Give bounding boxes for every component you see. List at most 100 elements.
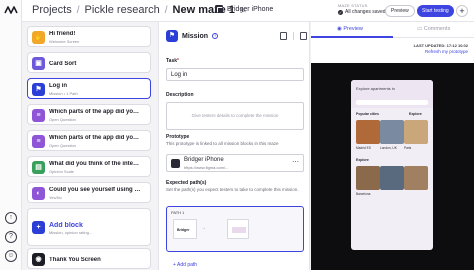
figma-icon	[215, 5, 223, 13]
block-subtitle: Mission, opinion rating...	[49, 230, 93, 235]
maze-status-label: MAZE STATUS	[338, 3, 368, 8]
prototype-help: This prototype is linked to all mission …	[166, 141, 279, 146]
city-label: Barcelona	[356, 192, 371, 196]
prototype-row[interactable]: Bridger iPhone https://www.figma.com/...…	[166, 154, 304, 172]
figma-icon	[171, 159, 180, 168]
expected-paths-label: Expected path(s)	[166, 180, 207, 186]
block-open-question[interactable]: ≡ Which parts of the app did you like? O…	[27, 104, 169, 125]
trash-icon[interactable]	[300, 32, 307, 40]
block-subtitle: Opinion Scale	[49, 169, 74, 174]
block-subtitle: Open Question	[49, 117, 76, 122]
block-subtitle: Open Question	[49, 143, 76, 148]
start-testing-button[interactable]: Start testing	[417, 5, 454, 17]
city-card-image[interactable]	[380, 166, 404, 190]
block-subtitle: Welcome Screen	[49, 39, 80, 44]
refresh-prototype-link[interactable]: Refresh my prototype	[414, 49, 468, 54]
prototype-chip[interactable]: Bridger iPhone	[215, 5, 273, 13]
city-card-image[interactable]	[380, 120, 404, 144]
tab-comments[interactable]: ▭ Comments	[417, 26, 450, 32]
comment-icon: ▭	[417, 26, 424, 32]
city-card-image[interactable]	[404, 166, 428, 190]
thank-you-icon: ◉	[32, 253, 45, 266]
path-card[interactable]: PATH 1 Bridger →	[166, 206, 304, 252]
block-title: What did you think of the interface?	[49, 161, 141, 167]
preview-panel: ◉ Preview ▭ Comments LAST UPDATED: 17:12…	[311, 22, 474, 270]
mission-editor: ⚑ Mission ? Task* Log in Description Giv…	[158, 22, 310, 270]
block-title: Which parts of the app did you like?	[49, 135, 141, 141]
prototype-screen[interactable]: Explore apartments in Popular cities Exp…	[351, 80, 433, 250]
task-label: Task*	[166, 58, 179, 64]
open-question-icon: ≡	[32, 109, 45, 122]
breadcrumb-projects[interactable]: Projects	[32, 4, 72, 16]
block-mission[interactable]: ⚑ Log in Mission • 1 Path	[27, 78, 151, 99]
city-card-image[interactable]	[404, 120, 428, 144]
block-title: Card Sort	[49, 61, 77, 67]
block-title: Could you see yourself using this app?	[49, 187, 141, 193]
last-updated: LAST UPDATED: 17:12 10.02 Refresh my pro…	[414, 43, 468, 54]
block-subtitle: Mission • 1 Path	[49, 91, 78, 96]
prototype-url[interactable]: https://www.figma.com/...	[184, 165, 228, 170]
editor-header: ⚑ Mission ?	[166, 30, 219, 42]
prototype-stage: ➤ Explore apartments in Popular cities E…	[311, 58, 474, 270]
phone-section-link[interactable]: Explore	[409, 112, 422, 116]
city-label: Paris	[404, 146, 412, 150]
flag-icon: ⚑	[166, 30, 178, 42]
block-type: Mission	[182, 32, 209, 40]
more-icon[interactable]: ⋯	[292, 158, 299, 166]
add-icon[interactable]: +	[456, 5, 468, 17]
left-rail: ↑ ? ☺	[0, 0, 22, 270]
block-title: Thank You Screen	[49, 257, 101, 263]
breadcrumb-project[interactable]: Pickle research	[85, 4, 160, 16]
check-icon: ✓	[338, 9, 343, 15]
description-input[interactable]: Give testers details to complete the mis…	[166, 102, 304, 130]
top-bar: Projects / Pickle research / New maze 1 …	[22, 0, 474, 22]
maze-logo-icon[interactable]	[4, 6, 18, 14]
block-title: Add block	[49, 222, 83, 229]
help-icon[interactable]: ?	[5, 231, 17, 243]
block-open-question[interactable]: ≡ Which parts of the app did you like? O…	[27, 130, 151, 151]
task-input[interactable]: Log in	[166, 68, 304, 81]
maze-status: MAZE STATUS ✓ All changes saved	[338, 3, 386, 15]
add-path-button[interactable]: + Add path	[173, 262, 197, 268]
block-title: Which parts of the app did you like?	[49, 109, 141, 115]
duplicate-icon[interactable]	[280, 32, 287, 40]
flag-icon: ⚑	[32, 83, 45, 96]
cursor-icon: ➤	[404, 58, 410, 65]
maze-status-text: All changes saved	[345, 9, 386, 15]
city-card-image[interactable]	[356, 120, 380, 144]
path-label: PATH 1	[171, 210, 185, 215]
city-label: London, UK	[380, 146, 397, 150]
prototype-chip-label: Bridger iPhone	[227, 5, 274, 13]
tab-preview[interactable]: ◉ Preview	[337, 26, 363, 32]
prototype-label: Prototype	[166, 134, 190, 140]
phone-header-text: Explore apartments in	[356, 86, 395, 91]
phone-search-bar[interactable]	[356, 100, 428, 105]
add-block-button[interactable]: + Add block Mission, opinion rating...	[27, 208, 151, 246]
avatar[interactable]: ☺	[5, 250, 17, 262]
breadcrumb-separator: /	[164, 4, 168, 16]
block-welcome[interactable]: ✋ Hi friend! Welcome Screen	[27, 26, 151, 47]
city-card-image[interactable]	[356, 166, 380, 190]
upload-icon[interactable]: ↑	[5, 212, 17, 224]
card-sort-icon: ▣	[32, 57, 45, 70]
toolbar-divider	[293, 32, 294, 40]
opinion-scale-icon: ▤	[32, 161, 45, 174]
block-card-sort[interactable]: ▣ Card Sort	[27, 52, 151, 73]
path-screen-thumbnail[interactable]	[227, 219, 249, 239]
phone-section-title: Explore	[356, 158, 369, 162]
wave-icon: ✋	[32, 31, 45, 44]
block-yes-no[interactable]: ◐ Could you see yourself using this app?…	[27, 182, 151, 203]
plus-icon: +	[32, 221, 45, 234]
prototype-name: Bridger iPhone	[184, 157, 224, 163]
help-icon[interactable]: ?	[212, 33, 219, 39]
city-label: Madrid ES	[356, 146, 371, 150]
editor-tools	[280, 32, 307, 40]
breadcrumb-separator: /	[76, 4, 80, 16]
path-screen-thumbnail[interactable]: Bridger	[173, 219, 197, 239]
block-thank-you[interactable]: ◉ Thank You Screen	[27, 248, 151, 269]
yes-no-icon: ◐	[32, 187, 45, 200]
block-subtitle: Yes/No	[49, 195, 62, 200]
block-opinion-scale[interactable]: ▤ What did you think of the interface? O…	[27, 156, 151, 177]
open-question-icon: ≡	[32, 135, 45, 148]
preview-button[interactable]: Preview	[385, 5, 415, 17]
